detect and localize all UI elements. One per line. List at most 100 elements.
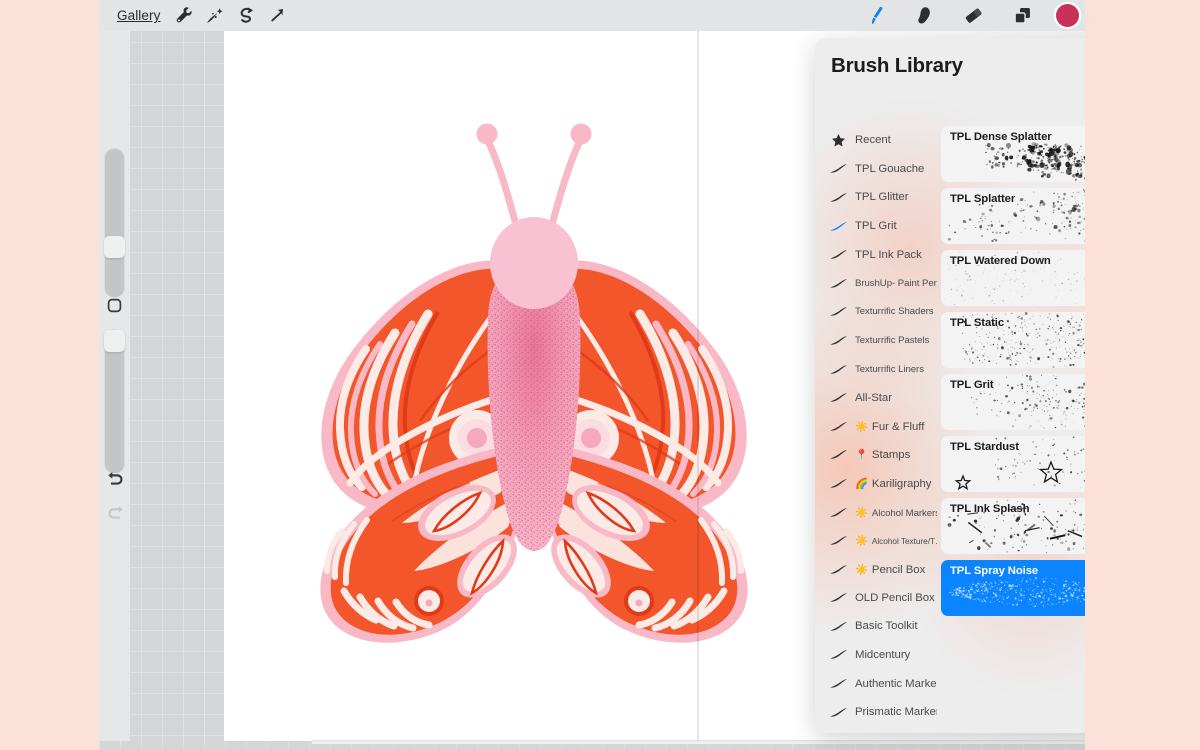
brush-set-row[interactable]: Recent	[815, 126, 937, 155]
brush-library-panel: Brush Library Recent TPL Gouache TPL Glitt…	[815, 38, 1085, 733]
panel-title: Brush Library	[831, 54, 963, 77]
smudge-button[interactable]	[909, 0, 940, 31]
brush-stroke-icon	[828, 392, 849, 403]
paint-brush-button[interactable]	[860, 0, 891, 31]
brush-set-row[interactable]: All-Star	[815, 383, 937, 412]
redo-arrow-icon	[108, 505, 123, 519]
brush-item-label: TPL Grit	[950, 379, 994, 391]
brush-set-row[interactable]: TPL Grit	[815, 212, 937, 241]
color-swatch-button[interactable]	[1056, 4, 1079, 27]
brush-set-row[interactable]: Texturrific Liners	[815, 355, 937, 384]
brush-stroke-icon	[830, 278, 847, 288]
brush-item[interactable]: TPL Spray Noise	[941, 560, 1085, 616]
brush-item[interactable]: TPL Ink Splash	[941, 498, 1085, 554]
brush-stroke-icon	[830, 479, 847, 488]
brush-item-label: TPL Static	[950, 317, 1005, 329]
adjustments-wand-button[interactable]	[199, 0, 230, 31]
brush-set-name: TPL Gouache	[855, 162, 925, 175]
drawing-canvas[interactable]	[224, 31, 844, 741]
brush-set-name: OLD Pencil Box	[855, 591, 935, 604]
brush-set-row[interactable]: TPL Ink Pack	[815, 240, 937, 269]
modify-button[interactable]	[104, 293, 125, 317]
brush-set-label: TPL Ink Pack	[855, 249, 922, 261]
brush-stroke-icon	[828, 249, 849, 260]
brush-stroke-icon	[830, 679, 847, 688]
brush-set-row[interactable]: BrushUp- Paint Pens	[815, 269, 937, 298]
brush-set-name: All-Star	[855, 391, 892, 404]
brush-library-header: Brush Library	[815, 38, 1085, 94]
brush-set-row[interactable]: ☀️ Alcohol Texture/T…	[815, 526, 937, 555]
brush-set-row[interactable]: Texturrific Pastels	[815, 326, 937, 355]
brush-stroke-icon	[828, 621, 849, 632]
top-toolbar-left-group: Gallery	[99, 0, 292, 31]
brush-item[interactable]: TPL Stardust	[941, 436, 1085, 492]
brush-set-row[interactable]: Prismatic Markers	[815, 698, 937, 727]
brush-item[interactable]: TPL Dense Splatter	[941, 126, 1085, 182]
s-curve-icon	[241, 7, 254, 23]
brush-set-label: BrushUp- Paint Pens	[855, 278, 937, 289]
brush-set-label: Authentic Markers	[855, 678, 937, 690]
redo-button[interactable]	[104, 501, 126, 523]
brush-set-row[interactable]: ☀️ Fur & Fluff	[815, 412, 937, 441]
brush-set-row[interactable]: Basic Toolkit	[815, 612, 937, 641]
brush-stroke-icon	[830, 421, 847, 431]
brush-item[interactable]: TPL Static	[941, 312, 1085, 368]
set-emoji: ☀️	[855, 420, 871, 433]
brush-size-handle[interactable]	[103, 236, 125, 258]
brush-set-row[interactable]: 📍 Stamps	[815, 441, 937, 470]
brush-item-label: TPL Spray Noise	[950, 565, 1039, 577]
eraser-button[interactable]	[958, 0, 989, 31]
selection-button[interactable]	[230, 0, 261, 31]
top-toolbar: Gallery	[99, 0, 1085, 31]
brush-set-label: Recent	[855, 134, 891, 146]
brush-set-row[interactable]: Midcentury	[815, 641, 937, 670]
set-emoji: ☀️	[855, 563, 871, 576]
top-toolbar-right-group	[860, 0, 1079, 31]
brush-set-list[interactable]: Recent TPL Gouache TPL Glitter TPL Grit TPL …	[815, 126, 937, 733]
canvas-center-guide	[697, 31, 699, 743]
brush-stroke-icon	[828, 335, 849, 346]
brush-item-label: TPL Dense Splatter	[950, 131, 1052, 143]
brush-item-list[interactable]: TPL Dense Splatter TPL Splatter TPL Watere…	[941, 126, 1085, 733]
actions-wrench-button[interactable]	[168, 0, 199, 31]
undo-arrow-icon	[107, 471, 122, 485]
procreate-app-window: Gallery Brush Library Recent TPL Gouache…	[99, 0, 1085, 750]
brush-size-slider[interactable]	[103, 148, 125, 298]
transform-button[interactable]	[261, 0, 292, 31]
smudge-finger-icon	[918, 7, 930, 24]
brush-item-label: TPL Stardust	[950, 441, 1019, 453]
brush-set-row[interactable]: Flat Markers	[815, 726, 937, 733]
brush-set-row[interactable]: 🌈 Kariligraphy	[815, 469, 937, 498]
gallery-button[interactable]: Gallery	[109, 6, 168, 25]
brush-set-row[interactable]: Texturrific Shaders	[815, 298, 937, 327]
brush-set-row[interactable]: Authentic Markers	[815, 669, 937, 698]
brush-set-row[interactable]: ☀️ Pencil Box	[815, 555, 937, 584]
layers-button[interactable]	[1007, 0, 1038, 31]
brush-stroke-icon	[830, 393, 847, 402]
brush-set-row[interactable]: ☀️ Alcohol Markers	[815, 498, 937, 527]
brush-item-label: TPL Splatter	[950, 193, 1016, 205]
brush-stroke-icon	[828, 449, 849, 460]
brush-stroke-icon	[828, 278, 849, 289]
brush-stroke-icon	[830, 536, 847, 545]
undo-button[interactable]	[104, 467, 126, 489]
brush-stroke-icon	[828, 192, 849, 203]
brush-set-label: Texturrific Shaders	[855, 306, 934, 317]
brush-stroke-icon	[828, 592, 849, 603]
brush-set-row[interactable]: TPL Glitter	[815, 183, 937, 212]
brush-item[interactable]: TPL Watered Down	[941, 250, 1085, 306]
brush-opacity-slider[interactable]	[103, 329, 125, 474]
brush-opacity-handle[interactable]	[103, 330, 125, 352]
brush-set-row[interactable]: TPL Gouache	[815, 155, 937, 184]
brush-item[interactable]: TPL Grit	[941, 374, 1085, 430]
brush-set-name: Pencil Box	[871, 563, 926, 576]
brush-stroke-icon	[830, 507, 847, 517]
brush-stroke-icon	[830, 364, 847, 374]
brush-set-label: Basic Toolkit	[855, 620, 918, 633]
brush-set-name: Kariligraphy	[871, 477, 932, 490]
brush-set-label: Texturrific Pastels	[855, 335, 929, 346]
brush-set-name: Basic Toolkit	[855, 620, 918, 633]
brush-item[interactable]: TPL Splatter	[941, 188, 1085, 244]
brush-set-name: Texturrific Pastels	[855, 334, 930, 346]
brush-set-row[interactable]: OLD Pencil Box	[815, 584, 937, 613]
